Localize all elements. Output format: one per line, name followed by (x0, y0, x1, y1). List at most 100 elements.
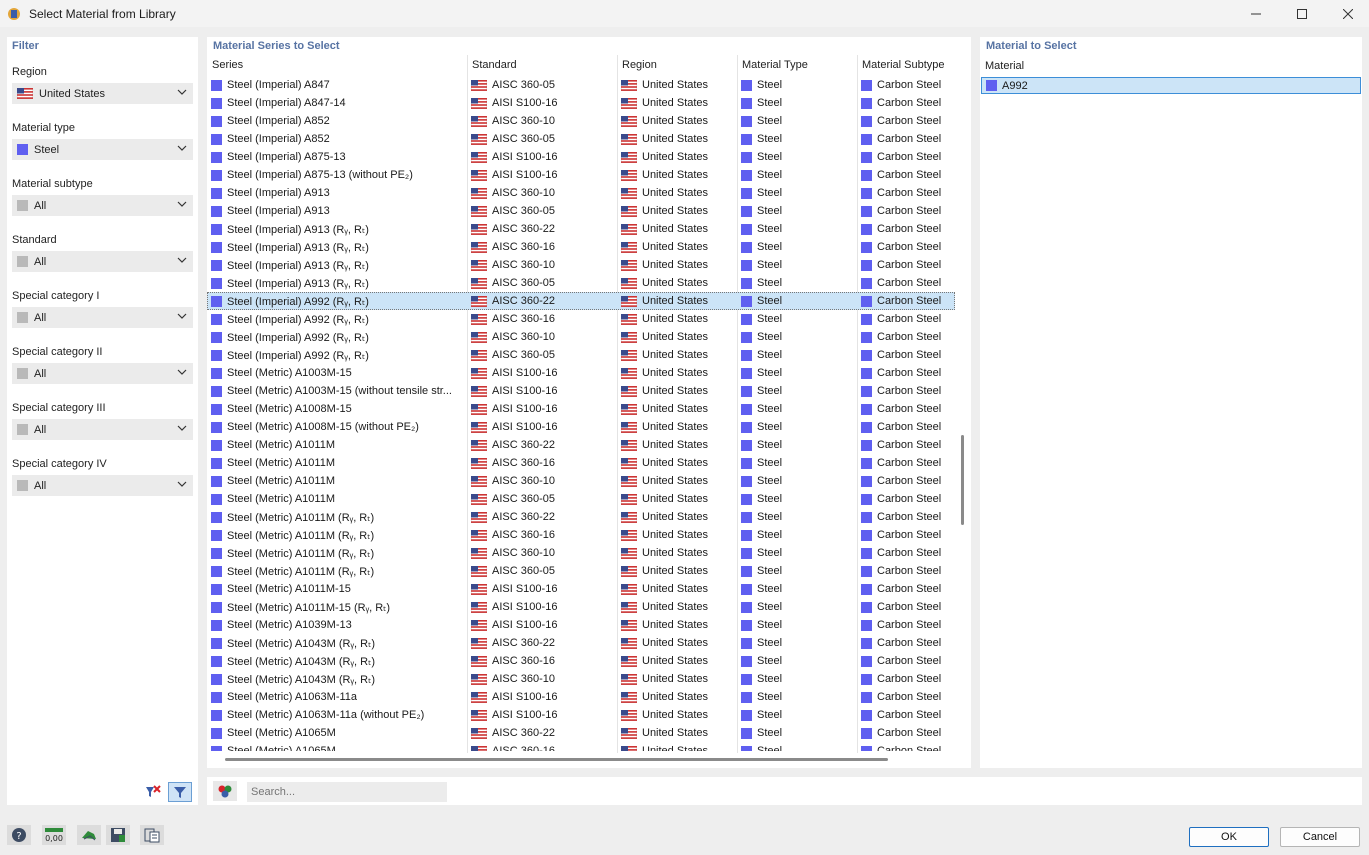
special-category-iv-dropdown[interactable]: All (12, 475, 193, 496)
standard-dropdown[interactable]: All (12, 251, 193, 272)
table-row[interactable]: Steel (Imperial) A913 (Rᵧ, Rₜ) AISC 360-0… (207, 274, 955, 292)
table-row[interactable]: Steel (Metric) A1011M-15 AISI S100-16 Unit… (207, 580, 955, 598)
table-row[interactable]: Steel (Metric) A1011M (Rᵧ, Rₜ) AISC 360-1… (207, 544, 955, 562)
library-button[interactable] (140, 825, 164, 845)
search-input[interactable] (247, 782, 447, 802)
material-swatch-icon (211, 637, 222, 649)
table-row[interactable]: Steel (Imperial) A913 AISC 360-10 United S… (207, 184, 955, 202)
region-cell: United States (621, 526, 735, 544)
units-button[interactable]: 0,00 (42, 825, 66, 845)
us-flag-icon (471, 421, 487, 433)
table-row[interactable]: Steel (Metric) A1011M AISC 360-10 United S… (207, 472, 955, 490)
table-row[interactable]: Steel (Metric) A1043M (Rᵧ, Rₜ) AISC 360-1… (207, 670, 955, 688)
table-row[interactable]: Steel (Imperial) A852 AISC 360-10 United S… (207, 112, 955, 130)
material-swatch-icon (211, 601, 222, 613)
material-subtype-dropdown[interactable]: All (12, 195, 193, 216)
table-row[interactable]: Steel (Metric) A1043M (Rᵧ, Rₜ) AISC 360-2… (207, 634, 955, 652)
us-flag-icon (621, 421, 637, 433)
table-row[interactable]: Steel (Imperial) A992 (Rᵧ, Rₜ) AISC 360-1… (207, 310, 955, 328)
help-button[interactable]: ? (7, 825, 31, 845)
vertical-scrollbar[interactable] (961, 435, 964, 525)
table-row[interactable]: Steel (Metric) A1011M-15 (Rᵧ, Rₜ) AISI S1… (207, 598, 955, 616)
table-row[interactable]: Steel (Imperial) A875-13 (without PE₂) AI… (207, 166, 955, 184)
horizontal-scrollbar[interactable] (225, 758, 888, 761)
minimize-button[interactable] (1233, 0, 1279, 27)
table-row[interactable]: Steel (Metric) A1008M-15 AISI S100-16 Unit… (207, 400, 955, 418)
table-row[interactable]: Steel (Imperial) A913 AISC 360-05 United S… (207, 202, 955, 220)
material-subtype-name: Carbon Steel (877, 367, 942, 379)
table-row[interactable]: Steel (Metric) A1065M AISC 360-22 United S… (207, 724, 955, 742)
material-type-dropdown[interactable]: Steel (12, 139, 193, 160)
table-row[interactable]: Steel (Imperial) A852 AISC 360-05 United S… (207, 130, 955, 148)
table-row[interactable]: Steel (Metric) A1011M (Rᵧ, Rₜ) AISC 360-1… (207, 526, 955, 544)
table-row[interactable]: Steel (Imperial) A913 (Rᵧ, Rₜ) AISC 360-1… (207, 256, 955, 274)
maximize-button[interactable] (1279, 0, 1325, 27)
table-row[interactable]: Steel (Imperial) A992 (Rᵧ, Rₜ) AISC 360-1… (207, 328, 955, 346)
table-row[interactable]: Steel (Imperial) A913 (Rᵧ, Rₜ) AISC 360-1… (207, 238, 955, 256)
view-button[interactable] (77, 825, 101, 845)
column-header-region[interactable]: Region (622, 59, 657, 71)
table-row[interactable]: Steel (Imperial) A913 (Rᵧ, Rₜ) AISC 360-2… (207, 220, 955, 238)
series-cell: Steel (Metric) A1003M-15 (211, 364, 465, 382)
material-type-cell: Steel (741, 562, 855, 580)
special-category-i-dropdown[interactable]: All (12, 307, 193, 328)
table-row[interactable]: Steel (Imperial) A992 (Rᵧ, Rₜ) AISC 360-0… (207, 346, 955, 364)
material-subtype-cell: Carbon Steel (861, 598, 955, 616)
column-header-series[interactable]: Series (212, 59, 243, 71)
material-type-cell: Steel (741, 112, 855, 130)
table-row[interactable]: Steel (Metric) A1011M AISC 360-22 United S… (207, 436, 955, 454)
table-row[interactable]: Steel (Imperial) A875-13 AISI S100-16 Unit… (207, 148, 955, 166)
series-cell: Steel (Metric) A1011M-15 (211, 580, 465, 598)
color-filter-icon[interactable] (213, 781, 237, 801)
material-subtype-cell: Carbon Steel (861, 274, 955, 292)
material-subtype-cell: Carbon Steel (861, 544, 955, 562)
series-cell: Steel (Metric) A1065M (211, 742, 465, 751)
special-category-iii-dropdown[interactable]: All (12, 419, 193, 440)
material-subtype-swatch-icon (861, 637, 872, 649)
region-cell: United States (621, 148, 735, 166)
table-row[interactable]: Steel (Metric) A1039M-13 AISI S100-16 Unit… (207, 616, 955, 634)
us-flag-icon (621, 151, 637, 163)
table-row[interactable]: Steel (Metric) A1065M AISC 360-16 United S… (207, 742, 955, 751)
material-type-swatch-icon (741, 241, 752, 253)
cancel-button[interactable]: Cancel (1280, 827, 1360, 847)
table-row[interactable]: Steel (Metric) A1011M AISC 360-05 United S… (207, 490, 955, 508)
table-row[interactable]: Steel (Metric) A1011M AISC 360-16 United S… (207, 454, 955, 472)
column-header-material-type[interactable]: Material Type (742, 59, 808, 71)
save-button[interactable] (106, 825, 130, 845)
column-header-standard[interactable]: Standard (472, 59, 517, 71)
table-row[interactable]: Steel (Metric) A1063M-11a AISI S100-16 Uni… (207, 688, 955, 706)
us-flag-icon (471, 97, 487, 109)
standard-name: AISI S100-16 (492, 151, 558, 163)
us-flag-icon (471, 673, 487, 685)
standard-name: AISC 360-10 (492, 475, 555, 487)
us-flag-icon (621, 529, 637, 541)
table-row[interactable]: Steel (Metric) A1063M-11a (without PE₂) A… (207, 706, 955, 724)
table-row[interactable]: Steel (Metric) A1008M-15 (without PE₂) AI… (207, 418, 955, 436)
table-row[interactable]: Steel (Metric) A1003M-15 AISI S100-16 Unit… (207, 364, 955, 382)
table-row[interactable]: Steel (Metric) A1003M-15 (without tensil… (207, 382, 955, 400)
ok-button[interactable]: OK (1189, 827, 1269, 847)
chevron-down-icon (177, 87, 187, 100)
chevron-down-icon (177, 423, 187, 436)
column-header-material-subtype[interactable]: Material Subtype (862, 59, 945, 71)
table-row[interactable]: Steel (Imperial) A992 (Rᵧ, Rₜ) AISC 360-2… (207, 292, 955, 310)
standard-name: AISC 360-16 (492, 241, 555, 253)
table-row[interactable]: Steel (Imperial) A847-14 AISI S100-16 Unit… (207, 94, 955, 112)
close-button[interactable] (1325, 0, 1369, 27)
special-category-ii-dropdown[interactable]: All (12, 363, 193, 384)
series-cell: Steel (Imperial) A847 (211, 76, 465, 94)
table-row[interactable]: Steel (Metric) A1043M (Rᵧ, Rₜ) AISC 360-1… (207, 652, 955, 670)
material-type-swatch-icon (741, 385, 752, 397)
filter-toggle-button[interactable] (168, 782, 192, 802)
material-swatch-icon (211, 673, 222, 685)
table-row[interactable]: Steel (Metric) A1011M (Rᵧ, Rₜ) AISC 360-0… (207, 562, 955, 580)
material-type-swatch-icon (741, 79, 752, 91)
us-flag-icon (621, 277, 637, 289)
series-name: Steel (Imperial) A913 (227, 205, 330, 217)
table-row[interactable]: Steel (Imperial) A847 AISC 360-05 United S… (207, 76, 955, 94)
region-dropdown[interactable]: United States (12, 83, 193, 104)
clear-filter-button[interactable] (141, 782, 165, 802)
table-row[interactable]: Steel (Metric) A1011M (Rᵧ, Rₜ) AISC 360-2… (207, 508, 955, 526)
material-row-selected[interactable]: A992 (981, 77, 1361, 94)
